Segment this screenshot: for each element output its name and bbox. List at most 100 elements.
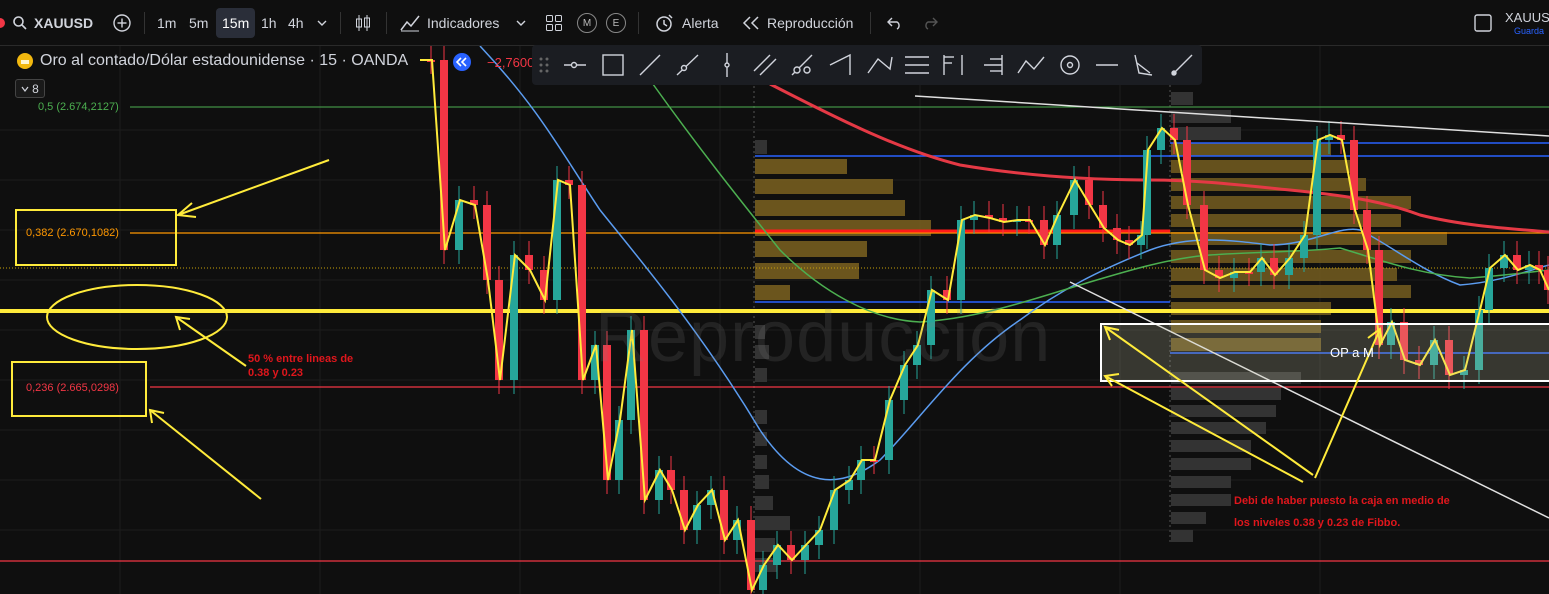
layouts-button[interactable] [545,0,563,46]
xabcd-icon[interactable] [829,53,851,75]
long-position-icon[interactable] [984,55,1003,75]
annotation-line: 0.38 y 0.23 [248,367,304,379]
candle-body [747,520,755,590]
instrument-title: Oro al contado/Dólar estadounidense · 15… [40,52,409,69]
candle-body [957,220,965,300]
candle-body [1200,205,1208,270]
interval-label: 4h [288,15,304,31]
indicators-label: Indicadores [427,15,500,31]
candle-body [1085,180,1093,205]
replay-label: Reproducción [767,15,854,31]
replay-watermark: Reproducción [595,297,1052,377]
annotation-line: 50 % entre lineas de [248,353,354,365]
square-icon [1474,14,1492,32]
rewind-icon [742,16,759,30]
rectangle-icon[interactable] [602,54,624,76]
interval-1m[interactable]: 1m [151,0,182,46]
price-change: −2,7600 [487,55,535,70]
candle-body [830,490,838,530]
saved-status: Guarda [1514,26,1545,36]
fib-0382-label: 0,382 (2.670,1082) [26,227,119,239]
replay-button[interactable]: Reproducción [742,0,853,46]
interval-label: 1h [261,15,277,31]
indicators-icon [400,15,420,32]
right-annotation-note[interactable]: Debi de haber puesto la caja en medio de… [1234,490,1450,534]
chart-type-button[interactable] [354,0,372,46]
plus-circle-icon [113,14,131,32]
redo-button[interactable] [922,0,940,46]
indicators-collapse-button[interactable]: 8 [15,79,45,98]
rewind-circle-icon [453,53,471,71]
e-button[interactable]: E [606,0,626,46]
interval-label: 1m [157,15,177,31]
redo-icon [925,17,938,30]
undo-button[interactable] [885,0,903,46]
horizontal-ray-icon[interactable] [564,61,586,69]
collapse-count: 8 [32,81,39,96]
symbol-label: XAUUSD [34,15,94,31]
watchlist-checkbox[interactable] [1473,0,1493,46]
search-icon [13,16,27,30]
drag-handle-icon[interactable] [539,57,549,73]
pitchfork-icon[interactable] [791,54,813,76]
trend-line-icon[interactable] [639,54,661,76]
abcd-icon[interactable] [867,56,893,74]
divider [386,12,387,34]
candles-icon [356,15,370,31]
position-box-label: OP a M [1330,345,1374,360]
left-annotation-note[interactable]: 50 % entre lineas de 0.38 y 0.23 [248,352,353,380]
undo-icon [887,17,900,30]
interval-dropdown[interactable] [317,0,327,46]
interval-5m[interactable]: 5m [183,0,214,46]
fib-retracement-icon[interactable] [905,56,929,74]
chevron-down-icon [317,20,327,26]
parallel-channel-icon[interactable] [753,54,777,76]
chart-legend: Oro al contado/Dólar estadounidense · 15… [16,52,408,70]
symbol-search[interactable]: XAUUSD [12,0,93,46]
alert-dot-icon [0,0,8,46]
divider [870,12,871,34]
forecast-icon[interactable] [1017,56,1045,74]
gann-fan-icon[interactable] [943,55,963,75]
alert-label: Alerta [682,15,719,31]
m-button[interactable]: M [577,0,597,46]
interval-label: 5m [189,15,209,31]
interval-4h[interactable]: 4h [282,0,310,46]
chevron-down-icon [21,86,29,92]
replay-back-button[interactable] [453,53,471,76]
volume-profile-right [1171,92,1447,542]
divider [638,12,639,34]
top-toolbar: XAUUSD 1m 5m 15m 1h 4h Indicadores M E A… [0,0,1549,46]
fib-05-label: 0,5 (2.674,2127) [38,101,119,113]
drawing-toolbar [532,45,1202,85]
brush-icon[interactable] [1171,54,1193,76]
m-label: M [577,13,597,33]
indicators-button[interactable]: Indicadores [400,0,499,46]
triangle-icon[interactable] [1134,54,1153,76]
candle-body [1070,180,1078,215]
ray-icon[interactable] [676,54,699,76]
alarm-clock-icon [656,14,673,32]
fib-0236-label: 0,236 (2.665,0298) [26,382,119,394]
alert-button[interactable]: Alerta [654,0,719,46]
e-label: E [606,13,626,33]
annotation-line: los niveles 0.38 y 0.23 de Fibbo. [1234,517,1401,529]
divider [340,12,341,34]
indicators-dropdown[interactable] [516,0,526,46]
vertical-line-icon[interactable] [724,53,730,77]
candle-body [455,200,463,250]
candle-body [510,255,518,380]
gold-coin-icon [17,53,33,69]
interval-15m[interactable]: 15m [216,0,256,46]
interval-label: 15m [216,8,256,38]
grid-icon [546,15,562,31]
candle-body [885,400,893,460]
compare-symbol-button[interactable] [112,0,132,46]
interval-1h[interactable]: 1h [255,0,283,46]
target-icon[interactable] [1060,55,1080,75]
divider [144,12,145,34]
annotation-line: Debi de haber puesto la caja en medio de [1234,495,1450,507]
chevron-down-icon [516,20,526,26]
candle-body [1300,235,1308,258]
right-symbol[interactable]: XAUUS [1505,10,1549,25]
